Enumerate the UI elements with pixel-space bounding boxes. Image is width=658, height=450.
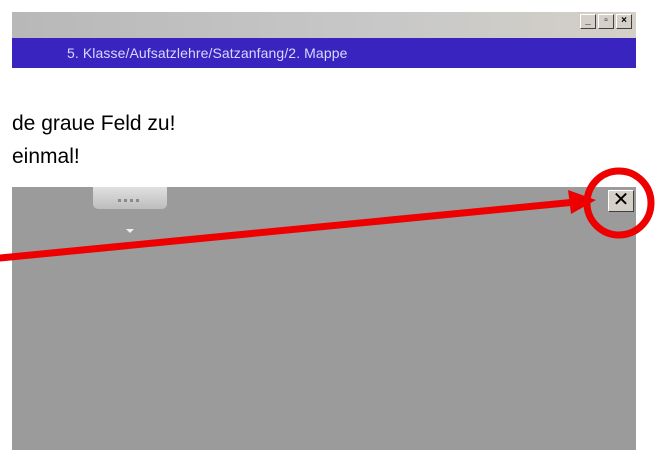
annotation-circle xyxy=(583,167,655,239)
annotation-overlay xyxy=(0,167,655,262)
annotation-arrow-line xyxy=(0,197,590,262)
